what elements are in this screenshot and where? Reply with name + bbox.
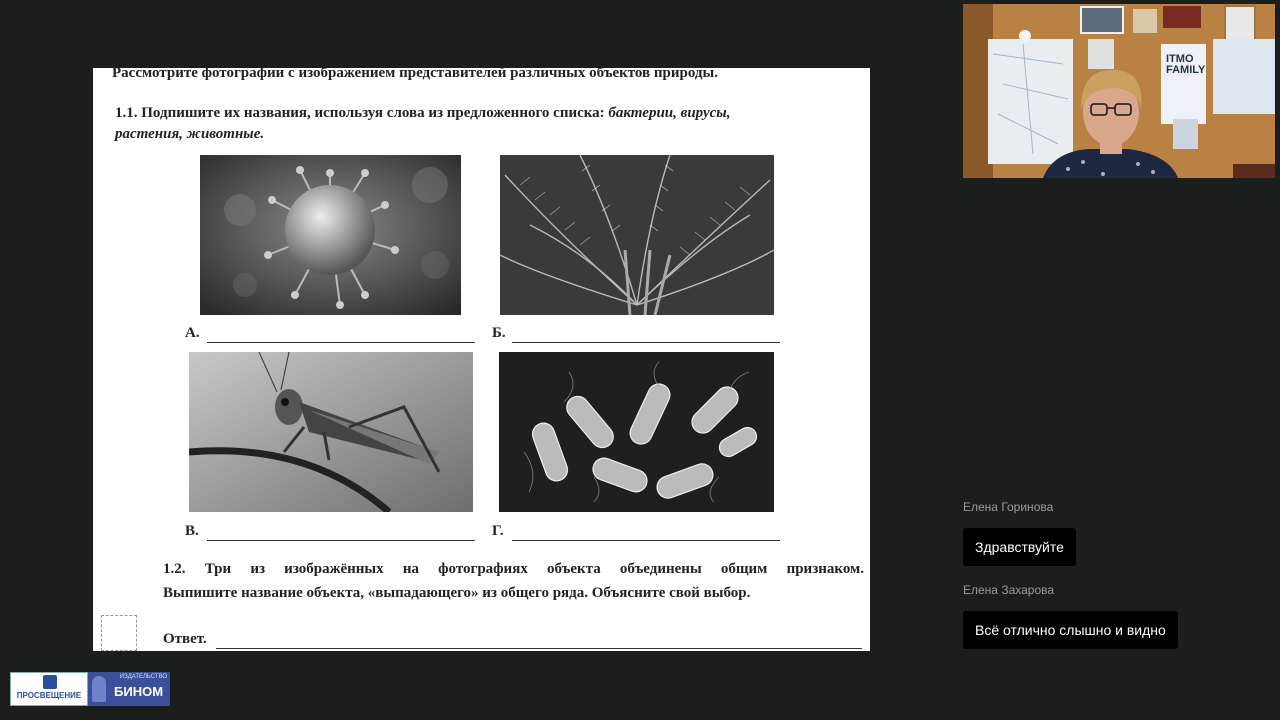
binom-figure-icon <box>92 676 106 702</box>
chat-author: Елена Горинова <box>963 500 1054 514</box>
question-1-1-line-1: 1.1. Подпишите их названия, используя сл… <box>115 105 731 121</box>
photo-label-a: А. <box>185 325 200 341</box>
binom-logo: ИЗДАТЕЛЬСТВО БИНОМ <box>88 672 170 706</box>
chat-author: Елена Захарова <box>963 583 1055 597</box>
virus-photo <box>200 155 461 315</box>
chat-message: Здравствуйте <box>963 528 1076 566</box>
poster-text: ITMO FAMILY <box>1166 53 1206 76</box>
answer-line-a[interactable] <box>207 342 475 343</box>
question-1-1-line-2: растения, животные. <box>115 126 265 142</box>
prosveshchenie-logo: ПРОСВЕЩЕНИЕ <box>10 672 88 706</box>
answer-line[interactable] <box>216 648 862 649</box>
answer-label: Ответ. <box>163 631 207 647</box>
presenter-video[interactable]: ITMO FAMILY <box>963 4 1275 178</box>
fern-photo <box>500 155 774 315</box>
worksheet-slide: Рассмотрите фотографии с изображением пр… <box>93 68 870 651</box>
publisher-logos: ПРОСВЕЩЕНИЕ ИЗДАТЕЛЬСТВО БИНОМ <box>10 672 170 706</box>
chat-message: Всё отлично слышно и видно <box>963 611 1178 649</box>
grasshopper-photo <box>189 352 473 512</box>
photo-label-b: Б. <box>492 325 506 341</box>
bacteria-photo <box>499 352 774 512</box>
photo-label-c: В. <box>185 523 199 539</box>
answer-line-c[interactable] <box>207 540 475 541</box>
prosveshchenie-mark-icon <box>43 675 57 689</box>
question-1-2-line-2: Выпишите название объекта, «выпадающего»… <box>163 585 751 601</box>
answer-line-d[interactable] <box>512 540 780 541</box>
intro-text: Рассмотрите фотографии с изображением пр… <box>112 68 718 81</box>
score-box[interactable] <box>101 615 137 651</box>
answer-line-b[interactable] <box>512 342 780 343</box>
photo-label-d: Г. <box>492 523 504 539</box>
question-1-2-line-1: 1.2. Три из изображённых на фотографиях … <box>163 561 864 577</box>
